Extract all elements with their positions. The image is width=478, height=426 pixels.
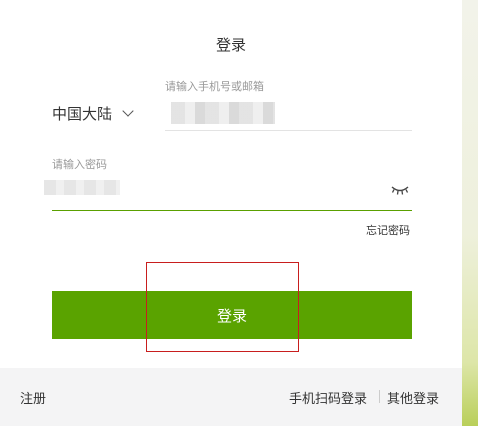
- account-field-label: 请输入手机号或邮箱: [165, 80, 264, 93]
- register-link[interactable]: 注册: [20, 388, 46, 407]
- dialog-footer: 注册 手机扫码登录 其他登录: [0, 368, 462, 426]
- eye-closed-icon[interactable]: [390, 182, 410, 198]
- region-select[interactable]: 中国大陆: [52, 103, 134, 124]
- background-right-edge: [462, 0, 478, 426]
- chevron-down-icon: [122, 105, 134, 117]
- password-input-value-redacted: [44, 180, 120, 195]
- footer-divider: [379, 390, 380, 403]
- password-input[interactable]: [44, 170, 412, 211]
- login-button[interactable]: 登录: [52, 291, 412, 339]
- other-login-link[interactable]: 其他登录: [387, 388, 439, 407]
- forgot-password-link[interactable]: 忘记密码: [366, 222, 410, 238]
- qr-login-link[interactable]: 手机扫码登录: [289, 388, 367, 407]
- dialog-title: 登录: [215, 36, 246, 54]
- account-input-value-redacted: [171, 102, 275, 124]
- login-dialog: 登录 请输入手机号或邮箱 中国大陆 请输入密码 忘记密码 登录 注册 手机扫码登…: [0, 0, 462, 426]
- account-input[interactable]: [165, 94, 412, 131]
- region-select-label: 中国大陆: [52, 105, 113, 123]
